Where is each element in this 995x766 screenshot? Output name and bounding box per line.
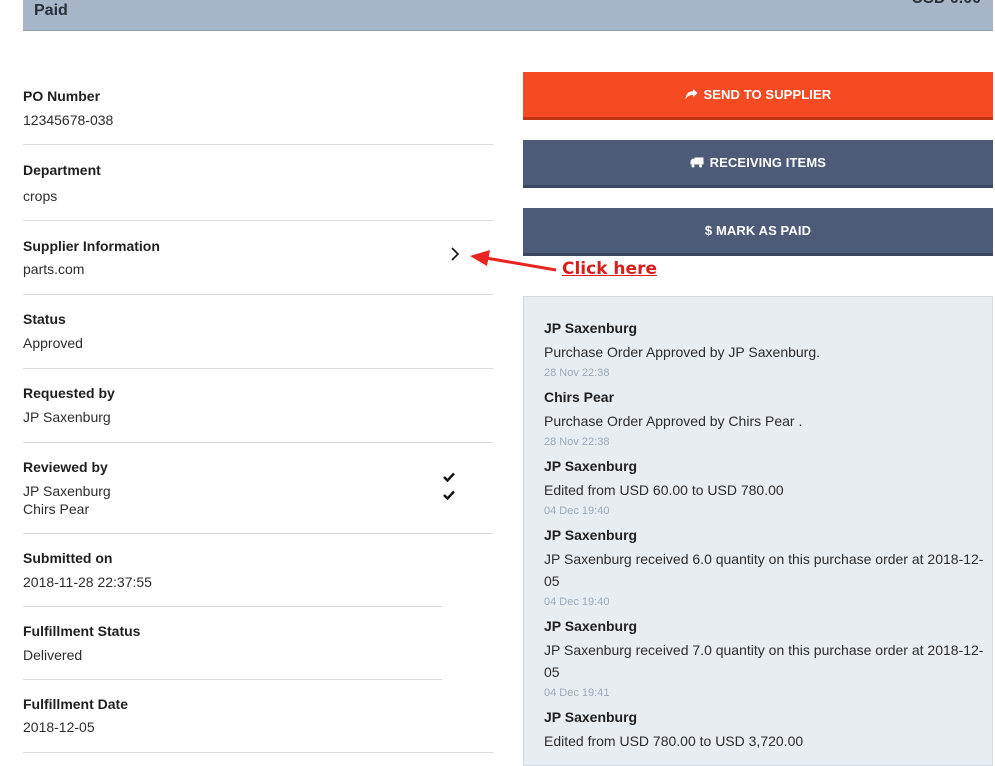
field-po-number: PO Number 12345678-038 (23, 72, 493, 145)
receiving-items-button[interactable]: RECEIVING ITEMS (523, 140, 993, 188)
send-to-supplier-button[interactable]: SEND TO SUPPLIER (523, 72, 993, 120)
field-department: Department crops (23, 145, 493, 221)
activity-item: JP Saxenburg JP Saxenburg received 6.0 q… (544, 527, 984, 608)
field-submitted-on: Submitted on 2018-11-28 22:37:55 (23, 534, 493, 607)
field-value: 2018-12-05 (23, 719, 95, 735)
field-label: Submitted on (23, 550, 113, 566)
activity-author: JP Saxenburg (544, 618, 638, 634)
truck-icon (690, 155, 708, 170)
mark-as-paid-button[interactable]: $ MARK AS PAID (523, 208, 993, 256)
field-fulfillment-date: Fulfillment Date 2018-12-05 (23, 680, 493, 753)
field-value: JP Saxenburg (23, 409, 111, 425)
check-icon (443, 471, 455, 485)
activity-message: Edited from USD 780.00 to USD 3,720.00 (544, 733, 804, 749)
status-title: Paid (34, 2, 68, 19)
share-arrow-icon (685, 87, 702, 102)
activity-author: JP Saxenburg (544, 527, 638, 543)
activity-item: Chirs Pear Purchase Order Approved by Ch… (544, 389, 984, 448)
chevron-right-icon[interactable] (450, 247, 460, 266)
activity-item: JP Saxenburg JP Saxenburg received 7.0 q… (544, 618, 984, 699)
field-reviewed-by: Reviewed by JP Saxenburg Chirs Pear (23, 443, 493, 534)
callout-arrow-icon (470, 250, 557, 272)
total-amount: USD 0.00 (912, 0, 981, 8)
activity-time: 04 Dec 19:40 (544, 596, 610, 608)
status-header-bar: Paid USD 0.00 (23, 0, 993, 31)
activity-author: JP Saxenburg (544, 709, 638, 725)
button-label: RECEIVING ITEMS (709, 155, 827, 170)
activity-author: JP Saxenburg (544, 458, 638, 474)
field-label: Fulfillment Date (23, 696, 129, 712)
field-label: Requested by (23, 385, 115, 401)
activity-time: 28 Nov 22:38 (544, 367, 610, 379)
activity-time: 28 Nov 22:38 (544, 436, 610, 448)
activity-feed: JP Saxenburg Purchase Order Approved by … (523, 296, 993, 766)
activity-message: JP Saxenburg received 7.0 quantity on th… (544, 642, 984, 680)
button-label: $ MARK AS PAID (704, 223, 812, 238)
reviewer-name: Chirs Pear (23, 501, 90, 517)
field-value: Delivered (23, 647, 83, 663)
field-value: crops (23, 188, 58, 204)
reviewer-name: JP Saxenburg (23, 483, 111, 499)
check-icon (443, 489, 455, 503)
activity-message: Purchase Order Approved by Chirs Pear . (544, 413, 803, 429)
field-label: Status (23, 311, 66, 327)
activity-time: 04 Dec 19:40 (544, 505, 610, 517)
field-label: Department (23, 162, 101, 178)
button-label: SEND TO SUPPLIER (703, 87, 832, 102)
activity-message: Purchase Order Approved by JP Saxenburg. (544, 344, 821, 360)
field-supplier-information[interactable]: Supplier Information parts.com (23, 221, 493, 295)
activity-author: Chirs Pear (544, 389, 615, 405)
activity-time: 04 Dec 19:41 (544, 687, 610, 699)
field-requested-by: Requested by JP Saxenburg (23, 369, 493, 443)
field-value: parts.com (23, 261, 85, 277)
activity-author: JP Saxenburg (544, 320, 638, 336)
field-value: 2018-11-28 22:37:55 (23, 574, 152, 590)
activity-item: JP Saxenburg Edited from USD 780.00 to U… (544, 709, 984, 756)
field-label: Supplier Information (23, 238, 160, 254)
po-details-list: PO Number 12345678-038 Department crops … (23, 72, 493, 753)
field-fulfillment-status: Fulfillment Status Delivered (23, 607, 493, 680)
field-label: Reviewed by (23, 459, 108, 475)
field-label: PO Number (23, 88, 101, 104)
field-status: Status Approved (23, 295, 493, 369)
activity-item: JP Saxenburg Purchase Order Approved by … (544, 320, 984, 379)
field-label: Fulfillment Status (23, 623, 141, 639)
field-value: 12345678-038 (23, 112, 114, 128)
field-value: Approved (23, 335, 83, 351)
activity-item: JP Saxenburg Edited from USD 60.00 to US… (544, 458, 984, 517)
activity-message: JP Saxenburg received 6.0 quantity on th… (544, 551, 984, 589)
activity-message: Edited from USD 60.00 to USD 780.00 (544, 482, 784, 498)
click-here-annotation: Click here (562, 259, 657, 279)
